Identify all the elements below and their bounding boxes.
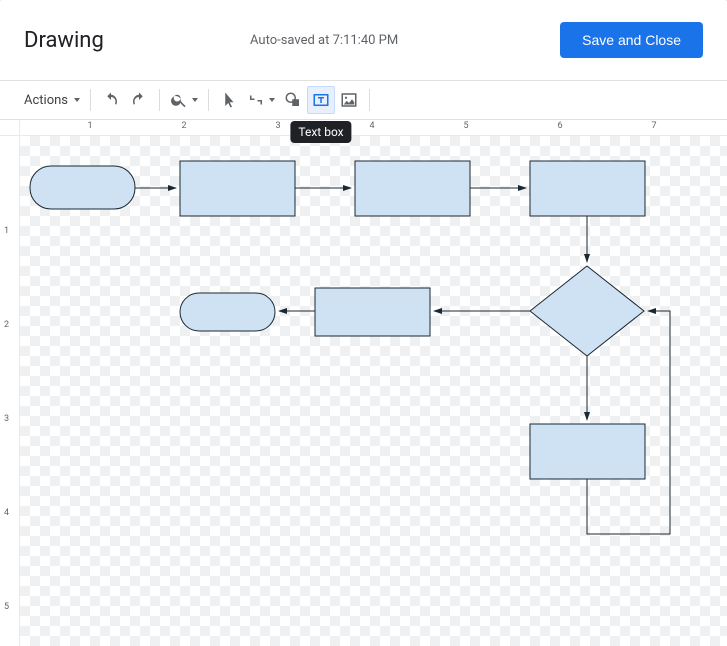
- ruler-horizontal[interactable]: 1 2 3 4 5 6 7: [20, 120, 727, 136]
- ruler-vertical[interactable]: 1 2 3 4 5: [0, 136, 20, 646]
- ruler-mark: 6: [557, 121, 562, 131]
- actions-label: Actions: [24, 93, 70, 108]
- redo-icon: [130, 91, 148, 109]
- toolbar-separator: [90, 89, 91, 111]
- caret-down-icon: [74, 98, 80, 102]
- dialog-title: Drawing: [24, 28, 104, 53]
- canvas-area: 1 2 3 4 5 6 7 1 2 3 4 5: [0, 119, 727, 646]
- ruler-mark: 2: [4, 320, 9, 330]
- image-icon: [340, 91, 358, 109]
- ruler-mark: 3: [4, 414, 9, 424]
- line-tool-button[interactable]: [243, 86, 279, 114]
- save-and-close-button[interactable]: Save and Close: [560, 22, 703, 58]
- textbox-tooltip: Text box: [290, 121, 351, 143]
- ruler-mark: 5: [463, 121, 468, 131]
- undo-button[interactable]: [97, 86, 125, 114]
- flowchart-terminator[interactable]: [30, 166, 135, 209]
- drawing-dialog: Drawing Auto-saved at 7:11:40 PM Save an…: [0, 0, 727, 646]
- ruler-mark: 4: [369, 121, 374, 131]
- ruler-mark: 3: [275, 121, 280, 131]
- flowchart-svg: [20, 136, 727, 646]
- ruler-mark: 4: [4, 508, 9, 518]
- ruler-corner: [0, 120, 20, 136]
- flowchart-process[interactable]: [530, 424, 645, 479]
- toolbar-separator: [208, 89, 209, 111]
- toolbar-separator: [159, 89, 160, 111]
- textbox-icon: [312, 91, 330, 109]
- toolbar-separator: [369, 89, 370, 111]
- toolbar: Actions Text box: [0, 81, 727, 119]
- textbox-tool-button[interactable]: Text box: [307, 86, 335, 114]
- ruler-mark: 1: [4, 226, 9, 236]
- drawing-canvas[interactable]: [20, 136, 727, 646]
- caret-down-icon: [269, 98, 275, 102]
- flowchart-process[interactable]: [315, 288, 430, 336]
- redo-button[interactable]: [125, 86, 153, 114]
- flowchart-process[interactable]: [530, 161, 645, 216]
- ruler-mark: 5: [4, 602, 9, 612]
- line-icon: [247, 91, 265, 109]
- caret-down-icon: [192, 98, 198, 102]
- ruler-mark: 2: [181, 121, 186, 131]
- flowchart-decision[interactable]: [530, 266, 644, 356]
- actions-menu-button[interactable]: Actions: [20, 86, 84, 114]
- autosave-status: Auto-saved at 7:11:40 PM: [250, 33, 398, 48]
- flowchart-terminator[interactable]: [180, 293, 275, 331]
- shape-icon: [284, 91, 302, 109]
- zoom-button[interactable]: [166, 86, 202, 114]
- select-tool-button[interactable]: [215, 86, 243, 114]
- zoom-icon: [170, 91, 188, 109]
- shape-tool-button[interactable]: [279, 86, 307, 114]
- image-tool-button[interactable]: [335, 86, 363, 114]
- ruler-mark: 7: [651, 121, 656, 131]
- cursor-icon: [220, 91, 238, 109]
- undo-icon: [102, 91, 120, 109]
- ruler-mark: 1: [87, 121, 92, 131]
- dialog-header: Drawing Auto-saved at 7:11:40 PM Save an…: [0, 0, 727, 80]
- flowchart-process[interactable]: [355, 161, 470, 216]
- flowchart-process[interactable]: [180, 161, 295, 216]
